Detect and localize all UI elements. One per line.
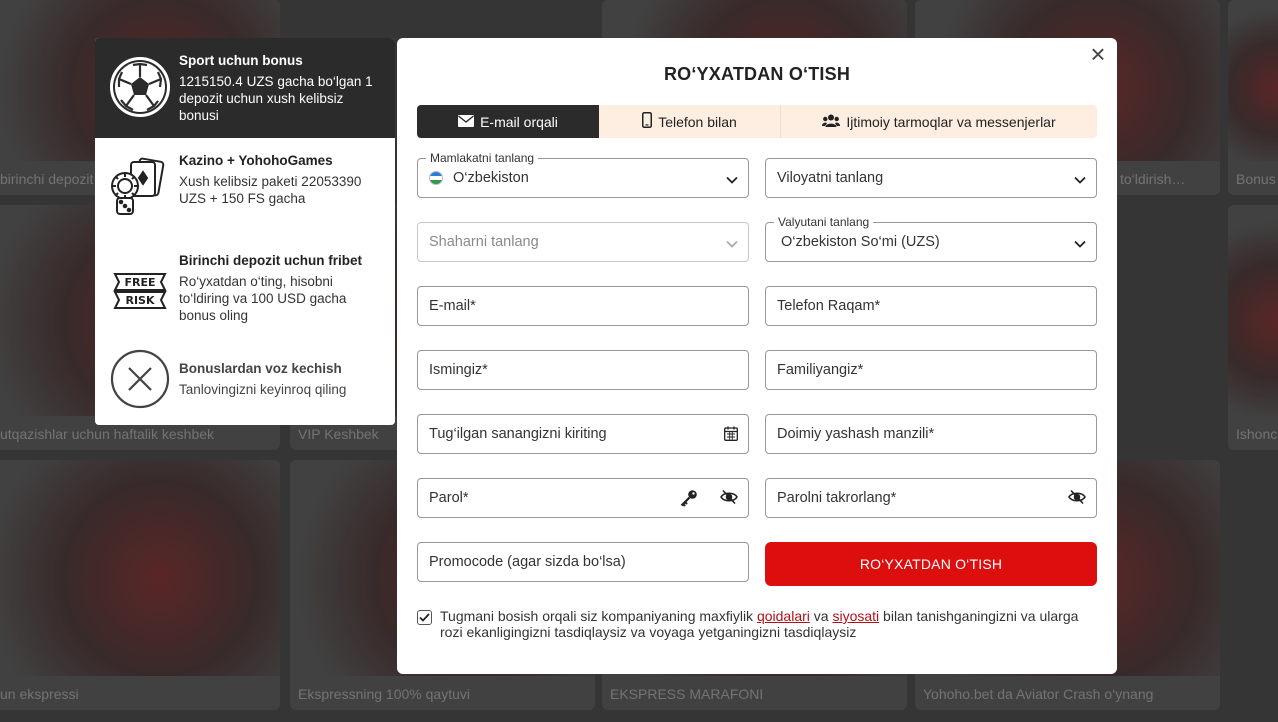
tab-label: Ijtimoiy tarmoqlar va messenjerlar xyxy=(846,113,1056,130)
birthdate-field[interactable]: Tug‘ilgan sanangizni kiriting xyxy=(417,414,749,454)
country-select[interactable]: Mamlakatni tanlang O‘zbekiston xyxy=(417,151,749,198)
eye-slash-icon[interactable] xyxy=(1068,489,1086,509)
decline-x-icon xyxy=(109,348,171,410)
bonus-description: Ro‘yxatdan o‘ting, hisobni to‘ldiring va… xyxy=(179,274,347,323)
promocode-placeholder: Promocode (agar sizda bo‘lsa) xyxy=(429,554,626,570)
bonus-title: Bonuslardan voz kechish xyxy=(179,361,342,376)
uzbekistan-flag-icon xyxy=(429,171,443,185)
currency-value: O‘zbekiston So‘mi (UZS) xyxy=(781,234,940,250)
phone-field[interactable]: Telefon Raqam* xyxy=(765,286,1097,326)
free-label: FREE xyxy=(124,276,155,289)
free-risk-icon: FREE RISK xyxy=(109,256,171,318)
casino-chips-icon xyxy=(109,156,171,218)
first-name-placeholder: Ismingiz* xyxy=(429,362,488,378)
bonus-panel: Sport uchun bonus 1215150.4 UZS gacha bo… xyxy=(95,38,395,425)
region-select[interactable]: Viloyatni tanlang xyxy=(765,158,1097,198)
bonus-option-freebet[interactable]: FREE RISK Birinchi depozit uchun fribet … xyxy=(95,238,395,338)
bonus-title: Birinchi depozit uchun fribet xyxy=(179,253,362,268)
tab-label: E-mail orqali xyxy=(480,113,558,130)
email-placeholder: E-mail* xyxy=(429,298,476,314)
tab-email[interactable]: E-mail orqali xyxy=(417,105,599,138)
password-placeholder: Parol* xyxy=(429,490,469,506)
registration-tabs: E-mail orqali Telefon bilan Ijtimoiy tar… xyxy=(417,105,1097,138)
consent-text: Tugmani bosish orqali siz kompaniyaning … xyxy=(440,608,1097,640)
tab-social[interactable]: Ijtimoiy tarmoqlar va messenjerlar xyxy=(781,105,1097,138)
soccer-ball-icon xyxy=(109,56,171,118)
risk-label: RISK xyxy=(125,294,154,307)
first-name-field[interactable]: Ismingiz* xyxy=(417,350,749,390)
password-field[interactable]: Parol* xyxy=(417,478,749,518)
consent-checkbox[interactable] xyxy=(417,610,432,625)
modal-title: RO‘YXATDAN O‘TISH xyxy=(663,64,851,84)
city-placeholder: Shaharni tanlang xyxy=(429,234,539,250)
checkmark-icon xyxy=(419,613,430,622)
birthdate-placeholder: Tug‘ilgan sanangizni kiriting xyxy=(429,426,607,442)
email-field[interactable]: E-mail* xyxy=(417,286,749,326)
rules-link[interactable]: qoidalari xyxy=(757,608,810,624)
key-icon[interactable] xyxy=(680,489,698,511)
chevron-down-icon xyxy=(726,172,738,188)
chevron-down-icon xyxy=(1074,172,1086,188)
currency-select[interactable]: Valyutani tanlang O‘zbekiston So‘mi (UZS… xyxy=(765,215,1097,262)
bonus-description: Tanlovingizni keyinroq qiling xyxy=(179,382,347,397)
envelope-icon xyxy=(458,114,475,130)
promocode-field[interactable]: Promocode (agar sizda bo‘lsa) xyxy=(417,542,749,582)
country-label: Mamlakatni tanlang xyxy=(426,151,539,165)
bonus-description: Xush kelibsiz paketi 22053390 UZS + 150 … xyxy=(179,174,362,206)
password-repeat-placeholder: Parolni takrorlang* xyxy=(777,490,897,506)
phone-placeholder: Telefon Raqam* xyxy=(777,298,881,314)
bonus-description: 1215150.4 UZS gacha bo‘lgan 1 depozit uc… xyxy=(179,74,373,123)
chevron-down-icon xyxy=(726,236,738,252)
password-repeat-field[interactable]: Parolni takrorlang* xyxy=(765,478,1097,518)
tab-label: Telefon bilan xyxy=(658,113,737,130)
country-value: O‘zbekiston xyxy=(453,170,529,186)
consent-row: Tugmani bosish orqali siz kompaniyaning … xyxy=(417,608,1097,640)
users-icon xyxy=(822,114,841,130)
consent-text-mid: va xyxy=(809,608,833,624)
phone-icon xyxy=(642,112,653,131)
chevron-down-icon xyxy=(1074,236,1086,252)
address-placeholder: Doimiy yashash manzili* xyxy=(777,426,935,442)
bonus-option-decline[interactable]: Bonuslardan voz kechish Tanlovingizni ke… xyxy=(95,338,395,425)
currency-label: Valyutani tanlang xyxy=(774,215,874,229)
tab-phone[interactable]: Telefon bilan xyxy=(599,105,781,138)
policy-link[interactable]: siyosati xyxy=(832,608,879,624)
bonus-option-sport[interactable]: Sport uchun bonus 1215150.4 UZS gacha bo… xyxy=(95,38,395,138)
bonus-title: Sport uchun bonus xyxy=(179,53,303,68)
consent-text-before: Tugmani bosish orqali siz kompaniyaning … xyxy=(440,608,757,624)
register-button[interactable]: RO‘YXATDAN O‘TISH xyxy=(765,542,1097,586)
city-select[interactable]: Shaharni tanlang xyxy=(417,222,749,262)
eye-slash-icon[interactable] xyxy=(720,489,738,511)
surname-placeholder: Familiyangiz* xyxy=(777,362,864,378)
registration-modal: × RO‘YXATDAN O‘TISH E-mail orqali Telefo… xyxy=(397,38,1117,674)
surname-field[interactable]: Familiyangiz* xyxy=(765,350,1097,390)
calendar-icon[interactable] xyxy=(724,426,738,445)
bonus-title: Kazino + YohohoGames xyxy=(179,153,333,168)
region-placeholder: Viloyatni tanlang xyxy=(777,170,884,186)
bonus-option-casino[interactable]: Kazino + YohohoGames Xush kelibsiz paket… xyxy=(95,138,395,238)
address-field[interactable]: Doimiy yashash manzili* xyxy=(765,414,1097,454)
